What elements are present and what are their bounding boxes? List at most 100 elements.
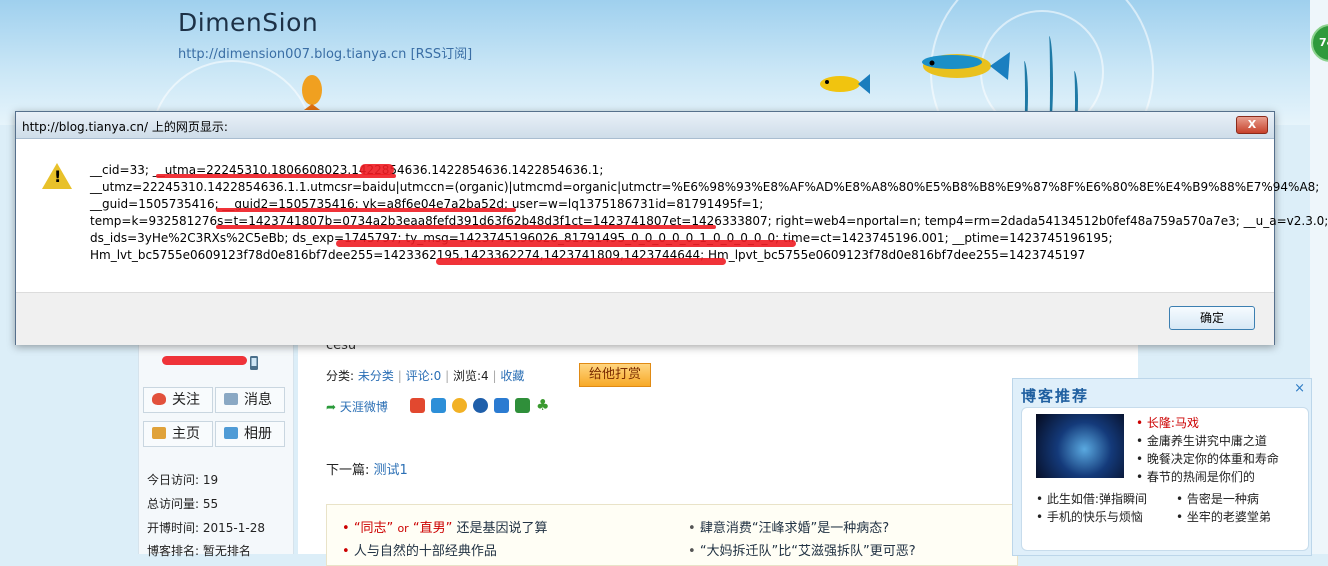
redaction-mark [156,174,396,178]
related-title: 肆意消费“汪峰求婚”是一种病态? [699,521,890,536]
related-quote: “同志” [353,521,394,536]
warning-exclamation: ! [54,167,62,186]
blog-recommend-panel: 博客推荐 × • 长隆:马戏 • 金庸养生讲究中庸之道 • 晚餐决定你的体重和寿… [1012,378,1312,556]
ok-button[interactable]: 确定 [1169,306,1255,330]
stat-value: 19 [202,473,219,487]
dialog-footer: 确定 [16,292,1274,345]
next-post-link[interactable]: 测试1 [374,463,408,478]
close-icon[interactable]: X [1236,116,1268,134]
recommend-item-label: 长隆:马戏 [1146,416,1199,430]
blog-url-line: http://dimension007.blog.tianya.cn [RSS订… [178,43,472,62]
recommend-item[interactable]: • 金庸养生讲究中庸之道 [1136,432,1267,449]
page-scrollbar[interactable] [1310,0,1328,554]
message-icon [224,393,238,405]
stat-value: 55 [202,497,219,511]
renren-icon[interactable] [473,398,488,413]
follow-button[interactable]: 关注 [143,387,213,413]
recommend-item-label: 晚餐决定你的体重和寿命 [1146,452,1279,466]
message-button[interactable]: 消息 [215,387,285,413]
redaction-mark [216,225,716,229]
redaction-mark [216,208,516,212]
qzone-icon[interactable] [452,398,467,413]
related-post-link[interactable]: • “大妈拆迁队”比“艾滋强拆队”更可恶? [688,540,916,559]
home-label: 主页 [172,426,200,442]
views-count: 浏览:4 [452,369,489,383]
clover-icon[interactable]: ♣ [536,398,551,413]
recommend-item-label: 金庸养生讲究中庸之道 [1146,434,1267,448]
recommend-item-label: 坐牢的老婆堂弟 [1186,510,1271,524]
heart-icon [152,393,166,405]
follow-label: 关注 [172,392,200,408]
favorite-link[interactable]: 收藏 [500,369,524,383]
post-meta: 分类: 未分类 | 评论:0 | 浏览:4 | 收藏 [326,369,525,383]
related-quote: “直男” [412,521,453,536]
home-button[interactable]: 主页 [143,421,213,447]
related-title: 人与自然的十部经典作品 [353,544,497,559]
share-tianya-weibo[interactable]: ➦ 天涯微博 [326,398,388,415]
comments-link[interactable]: 评论:0 [406,369,442,383]
stat-label: 今日访问: [147,473,200,487]
redaction-mark [162,356,247,365]
rss-link[interactable]: [RSS订阅] [411,47,473,62]
message-label: 消息 [244,392,272,408]
recommend-content: • 长隆:马戏 • 金庸养生讲究中庸之道 • 晚餐决定你的体重和寿命 • 春节的… [1021,407,1309,551]
stat-label: 博客排名: [147,544,200,558]
redaction-mark [436,258,726,265]
category-label: 分类: [326,369,355,383]
related-title: “大妈拆迁队”比“艾滋强拆队”更可恶? [699,544,916,559]
recommend-item-label: 手机的快乐与烦恼 [1046,510,1143,524]
blog-title[interactable]: DimenSion [178,8,318,37]
baidu-icon[interactable] [494,398,509,413]
related-post-link[interactable]: • 肆意消费“汪峰求婚”是一种病态? [688,517,889,536]
tip-button[interactable]: 给他打赏 [579,363,651,387]
related-or: or [397,522,409,535]
cookie-line: __utmz=22245310.1422854636.1.1.utmcsr=ba… [90,180,1320,194]
dialog-title: http://blog.tianya.cn/ 上的网页显示: [22,120,228,134]
recommend-item-label: 此生如借:弹指瞬间 [1046,492,1147,506]
album-button[interactable]: 相册 [215,421,285,447]
stat-rank: 博客排名: 暂无排名 [147,542,251,559]
qq-weibo-icon[interactable] [431,398,446,413]
category-link[interactable]: 未分类 [358,369,394,383]
stat-label: 总访问量: [147,497,200,511]
next-post: 下一篇: 测试1 [326,459,408,478]
share-arrow-icon: ➦ [326,400,337,414]
fish-icon [922,52,1010,80]
blog-banner: DimenSion http://dimension007.blog.tiany… [0,0,1328,125]
recommend-item[interactable]: • 晚餐决定你的体重和寿命 [1136,450,1279,467]
stat-today: 今日访问: 19 [147,471,218,488]
recommend-item[interactable]: • 此生如借:弹指瞬间 [1036,490,1147,507]
recommend-title: 博客推荐 [1021,387,1090,405]
recommend-item[interactable]: • 告密是一种病 [1176,490,1259,507]
related-post-link[interactable]: • 人与自然的十部经典作品 [342,540,497,559]
mobile-icon [250,356,258,370]
recommend-item-label: 告密是一种病 [1186,492,1259,506]
redaction-mark [336,240,796,247]
stat-value: 暂无排名 [202,544,251,558]
redaction-mark [360,164,394,175]
recommend-item[interactable]: • 坐牢的老婆堂弟 [1176,508,1271,525]
album-label: 相册 [244,426,272,442]
recommend-thumbnail[interactable] [1036,414,1124,478]
recommend-item[interactable]: • 手机的快乐与烦恼 [1036,508,1143,525]
next-label: 下一篇: [326,463,370,478]
stat-label: 开博时间: [147,521,200,535]
share-label: 天涯微博 [339,400,388,414]
recommend-item[interactable]: • 长隆:马戏 [1136,414,1199,431]
dialog-titlebar[interactable]: http://blog.tianya.cn/ 上的网页显示: X [16,112,1274,139]
dialog-body: ! __cid=33; __utma=22245310.1806608023.1… [16,139,1328,292]
fish-icon [302,75,322,110]
stat-value: 2015-1-28 [202,521,265,535]
weibo-icon[interactable] [410,398,425,413]
related-post-link[interactable]: • “同志” or “直男” 还是基因说了算 [342,517,547,536]
related-title: 还是基因说了算 [456,521,548,536]
album-icon [224,427,238,439]
stat-total: 总访问量: 55 [147,495,218,512]
recommend-item[interactable]: • 春节的热闹是你们的 [1136,468,1255,485]
home-icon [152,427,166,439]
blog-url-link[interactable]: http://dimension007.blog.tianya.cn [178,47,406,62]
douban-icon[interactable] [515,398,530,413]
recommend-item-label: 春节的热闹是你们的 [1146,470,1255,484]
alert-dialog: http://blog.tianya.cn/ 上的网页显示: X ! __cid… [15,111,1328,345]
close-icon[interactable]: × [1294,381,1305,396]
